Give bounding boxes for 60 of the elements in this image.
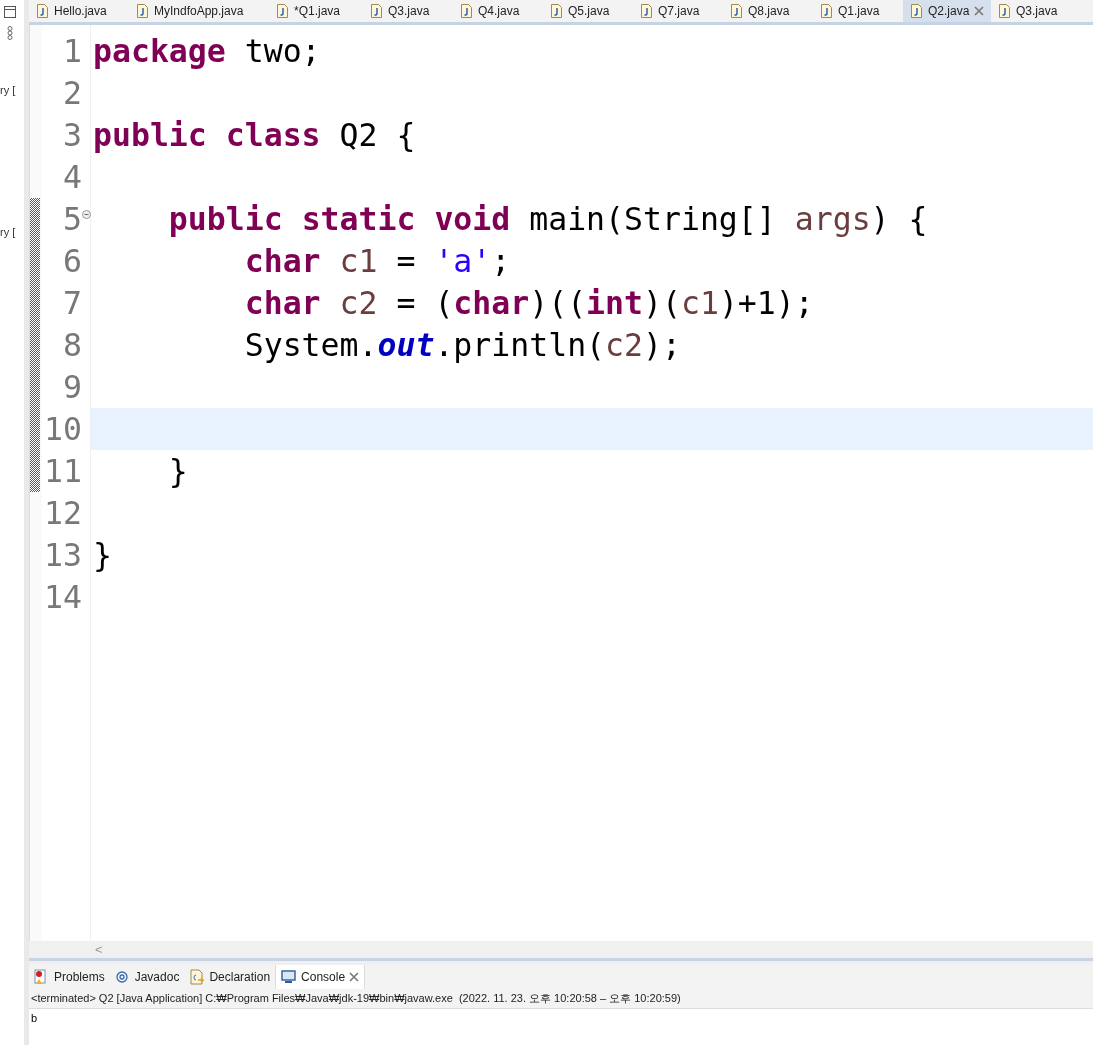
java-file-icon xyxy=(36,4,49,18)
tree-item-text[interactable]: ry [ xyxy=(0,84,16,96)
line-number: 1 xyxy=(63,32,82,71)
editor-tab[interactable]: Q5.java xyxy=(543,0,633,22)
editor-tab[interactable]: MyIndfoApp.java xyxy=(129,0,269,22)
java-file-icon xyxy=(820,4,833,18)
line-number: 14 xyxy=(44,578,82,617)
line-number: 8 xyxy=(63,326,82,365)
tree-item-text[interactable]: ry [ xyxy=(0,226,16,238)
panel-tab[interactable]: Console xyxy=(275,965,366,989)
java-file-icon xyxy=(276,4,289,18)
editor-tab[interactable]: Q1.java xyxy=(813,0,903,22)
code-editor[interactable]: 1 package two; 2 3 public class Q2 { 4 5 public static void main(String[] args) { 6 char c1 = 'a'; 7 char c2 = (char)((int)(c1)+1); 8 System.out.println(c2); 9 10 11 } 12 13 } 14 xyxy=(29,25,1093,941)
java-file-icon xyxy=(136,4,149,18)
java-file-icon xyxy=(460,4,473,18)
java-file-icon xyxy=(640,4,653,18)
code-line: package two; xyxy=(93,32,321,71)
line-number: 10 xyxy=(44,410,82,449)
editor-tab[interactable]: Q8.java xyxy=(723,0,813,22)
editor-tab[interactable]: *Q1.java xyxy=(269,0,363,22)
code-line: public static void main(String[] args) { xyxy=(167,200,928,239)
code-line: char c2 = (char)((int)(c1)+1); xyxy=(243,284,814,323)
more-icon xyxy=(7,26,13,40)
line-number: 12 xyxy=(44,494,82,533)
close-icon xyxy=(349,972,360,982)
line-number: 5 xyxy=(63,200,82,239)
editor-tab[interactable]: Q2.java xyxy=(903,0,991,22)
editor-tab[interactable]: Q4.java xyxy=(453,0,543,22)
java-file-icon xyxy=(998,4,1011,18)
code-line: char c1 = 'a'; xyxy=(243,242,511,281)
code-line: } xyxy=(167,452,188,491)
restore-icon xyxy=(4,6,16,18)
line-number: 4 xyxy=(63,158,82,197)
close-icon xyxy=(974,6,985,16)
line-number: 6 xyxy=(63,242,82,281)
java-file-icon xyxy=(910,4,923,18)
code-line: System.out.println(c2); xyxy=(243,326,681,365)
line-number: 11 xyxy=(44,452,82,491)
line-number: 2 xyxy=(63,74,82,113)
editor-tab[interactable]: Q7.java xyxy=(633,0,723,22)
line-number: 9 xyxy=(63,368,82,407)
console-output: b xyxy=(30,1011,39,1026)
line-number: 7 xyxy=(63,284,82,323)
panel-tab[interactable]: Problems xyxy=(29,965,110,989)
code-line: } xyxy=(93,536,112,575)
monitor-icon xyxy=(281,969,298,985)
collapse-icon[interactable] xyxy=(82,210,91,219)
java-file-icon xyxy=(730,4,743,18)
editor-tab[interactable]: Hello.java xyxy=(29,0,129,22)
line-number: 3 xyxy=(63,116,82,155)
line-number: 13 xyxy=(44,536,82,575)
java-file-icon xyxy=(550,4,563,18)
code-line: public class Q2 { xyxy=(93,116,416,155)
java-file-icon xyxy=(370,4,383,18)
declaration-icon xyxy=(189,969,206,985)
editor-tab[interactable]: Q3.java xyxy=(991,0,1081,22)
panel-tab[interactable]: Javadoc xyxy=(109,965,185,989)
console-header: <terminated> Q2 [Java Application] C:₩Program Files₩Java₩jdk-19₩bin₩javaw.exe (2022. 11. 23. 오후 10:20:58 – 오후 10:20:59) xyxy=(29,989,1093,1009)
panel-tab[interactable]: Declaration xyxy=(184,965,276,989)
editor-tab[interactable]: Q3.java xyxy=(363,0,453,22)
